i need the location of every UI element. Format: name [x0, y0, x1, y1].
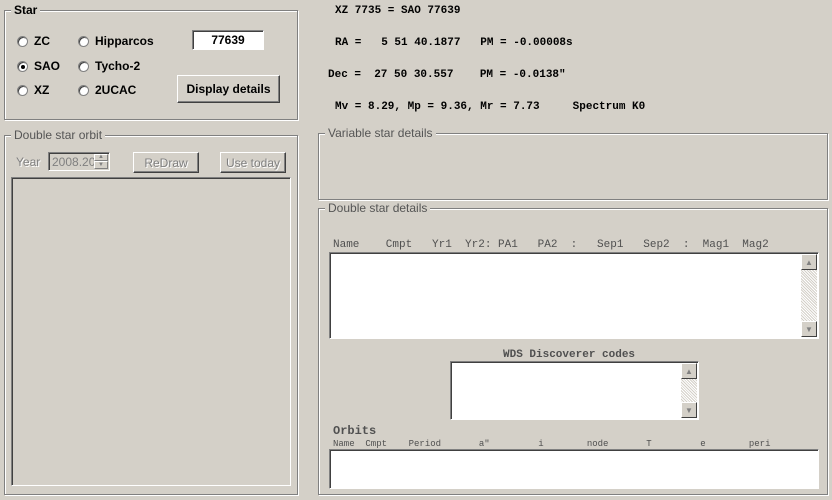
radio-2ucac-label: 2UCAC — [95, 83, 137, 97]
radio-tycho2[interactable]: Tycho-2 — [78, 59, 140, 73]
wds-scroll-up-icon[interactable]: ▲ — [681, 363, 697, 379]
radio-sao[interactable]: SAO — [17, 59, 60, 73]
radio-sao-label: SAO — [34, 59, 61, 73]
star-number-value: 77639 — [211, 33, 245, 47]
orbits-list[interactable] — [329, 449, 819, 489]
year-input[interactable]: 2008.20 ▲ ▼ — [48, 152, 110, 171]
ra-line: RA = 5 51 40.1877 PM = -0.00008s — [335, 37, 573, 49]
radio-xz[interactable]: XZ — [17, 83, 49, 97]
orbit-group-title: Double star orbit — [11, 128, 106, 142]
radio-hipparcos[interactable]: Hipparcos — [78, 34, 154, 48]
radio-tycho2-label: Tycho-2 — [95, 59, 141, 73]
radio-2ucac-indicator[interactable] — [78, 84, 89, 96]
wds-label: WDS Discoverer codes — [503, 349, 636, 361]
scroll-down-icon[interactable]: ▼ — [801, 321, 817, 337]
radio-zc[interactable]: ZC — [17, 34, 50, 48]
star-id-line: XZ 7735 = SAO 77639 — [335, 5, 461, 17]
double-list[interactable] — [329, 252, 819, 339]
radio-tycho2-indicator[interactable] — [78, 60, 89, 72]
wds-list[interactable] — [450, 361, 699, 420]
star-group-title: Star — [11, 3, 41, 17]
orbit-canvas — [11, 177, 291, 486]
display-details-button[interactable]: Display details — [177, 75, 280, 103]
radio-zc-indicator[interactable] — [17, 35, 28, 47]
year-value: 2008.20 — [52, 155, 96, 169]
radio-hipparcos-label: Hipparcos — [95, 34, 154, 48]
redraw-button[interactable]: ReDraw — [133, 152, 199, 173]
orbits-header: Name Cmpt Period a" i node T e peri — [333, 439, 771, 449]
year-spin-down-icon[interactable]: ▼ — [94, 161, 108, 169]
orbits-label: Orbits — [333, 424, 377, 438]
radio-2ucac[interactable]: 2UCAC — [78, 83, 136, 97]
year-spin-up-icon[interactable]: ▲ — [94, 154, 108, 161]
double-group-title: Double star details — [325, 201, 431, 215]
double-list-scrollbar[interactable]: ▲ ▼ — [801, 254, 817, 337]
variable-group: Variable star details — [318, 126, 828, 200]
radio-hipparcos-indicator[interactable] — [78, 35, 89, 47]
variable-group-title: Variable star details — [325, 126, 436, 140]
star-number-input[interactable]: 77639 — [192, 30, 264, 50]
radio-sao-indicator[interactable] — [17, 60, 28, 72]
dec-line: Dec = 27 50 30.557 PM = -0.0138" — [328, 69, 566, 81]
magnitude-line: Mv = 8.29, Mp = 9.36, Mr = 7.73 Spectrum… — [335, 101, 646, 113]
wds-list-scrollbar[interactable]: ▲ ▼ — [681, 363, 697, 418]
radio-xz-label: XZ — [34, 83, 50, 97]
year-label: Year — [16, 155, 41, 169]
wds-scroll-down-icon[interactable]: ▼ — [681, 402, 697, 418]
radio-xz-indicator[interactable] — [17, 84, 28, 96]
double-list-header: Name Cmpt Yr1 Yr2: PA1 PA2 : Sep1 Sep2 :… — [333, 239, 769, 251]
radio-zc-label: ZC — [34, 34, 50, 48]
scroll-up-icon[interactable]: ▲ — [801, 254, 817, 270]
use-today-button[interactable]: Use today — [220, 152, 286, 173]
